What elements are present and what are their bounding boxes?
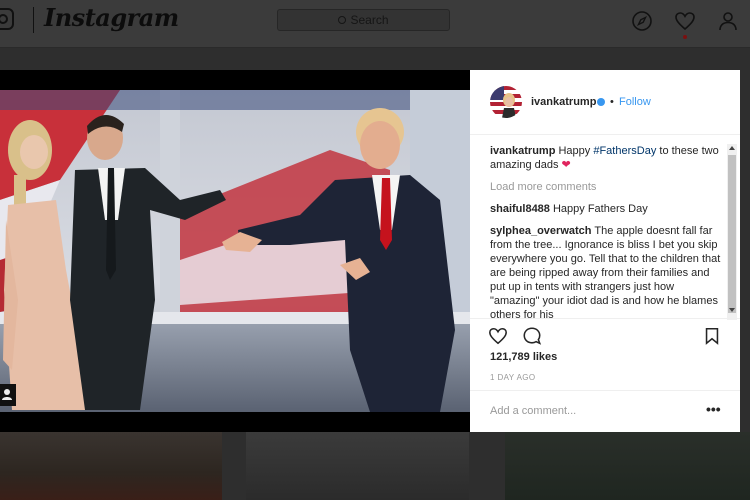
search-box[interactable]: Search	[277, 9, 450, 31]
heart-emoji: ❤	[561, 159, 571, 171]
post-details-panel: ivankatrump • Follow ivankatrump Happy #…	[470, 70, 740, 432]
add-comment-section: •••	[470, 390, 740, 432]
hashtag-link[interactable]: #FathersDay	[593, 145, 656, 157]
instagram-logo[interactable]: Instagram	[44, 3, 179, 32]
profile-icon[interactable]	[717, 10, 739, 32]
header-separator: •	[610, 96, 614, 108]
bookmark-icon[interactable]	[702, 326, 722, 346]
comment-username[interactable]: shaiful8488	[490, 203, 550, 215]
logo-divider	[33, 7, 34, 33]
tagged-users-icon[interactable]	[0, 384, 16, 406]
feed-thumbnail	[505, 432, 750, 500]
avatar[interactable]	[490, 86, 522, 118]
camera-icon[interactable]	[0, 8, 14, 30]
comment-bubble-icon[interactable]	[522, 326, 542, 346]
search-placeholder: Search	[350, 13, 389, 27]
comment-username[interactable]: sylphea_overwatch	[490, 225, 592, 237]
post-actions	[470, 318, 740, 348]
heart-icon[interactable]	[674, 10, 696, 32]
post-timestamp[interactable]: 1 DAY AGO	[490, 373, 536, 382]
caption-text: Happy	[558, 145, 594, 157]
comment-text: Happy Fathers Day	[552, 203, 648, 215]
add-comment-input[interactable]	[490, 405, 680, 417]
caption: ivankatrump Happy #FathersDay to these t…	[490, 144, 725, 172]
post-username[interactable]: ivankatrump	[531, 96, 596, 108]
compass-icon[interactable]	[631, 10, 653, 32]
scroll-up-arrow-icon[interactable]	[729, 146, 735, 150]
caption-username[interactable]: ivankatrump	[490, 145, 555, 157]
comment-text: The apple doesnt fall far from the tree.…	[490, 225, 721, 319]
feed-thumbnail	[246, 432, 469, 500]
post-header: ivankatrump • Follow	[470, 70, 740, 135]
likes-count[interactable]: 121,789 likes	[490, 351, 557, 363]
comments-list: ivankatrump Happy #FathersDay to these t…	[490, 144, 725, 319]
search-icon	[338, 16, 347, 24]
like-heart-icon[interactable]	[488, 326, 508, 346]
load-more-comments-button[interactable]: Load more comments	[490, 180, 725, 194]
notification-dot	[683, 35, 687, 39]
more-options-button[interactable]: •••	[706, 401, 721, 417]
post-photo[interactable]	[0, 90, 470, 412]
feed-thumbnail	[0, 432, 222, 500]
comment: sylphea_overwatch The apple doesnt fall …	[490, 224, 725, 319]
follow-button[interactable]: Follow	[619, 96, 651, 108]
scroll-down-arrow-icon[interactable]	[729, 308, 735, 312]
comment: shaiful8488 Happy Fathers Day	[490, 202, 725, 216]
top-navigation-bar: Instagram Search	[0, 0, 750, 48]
verified-badge-icon	[597, 98, 605, 106]
scrollbar-thumb[interactable]	[728, 155, 736, 313]
